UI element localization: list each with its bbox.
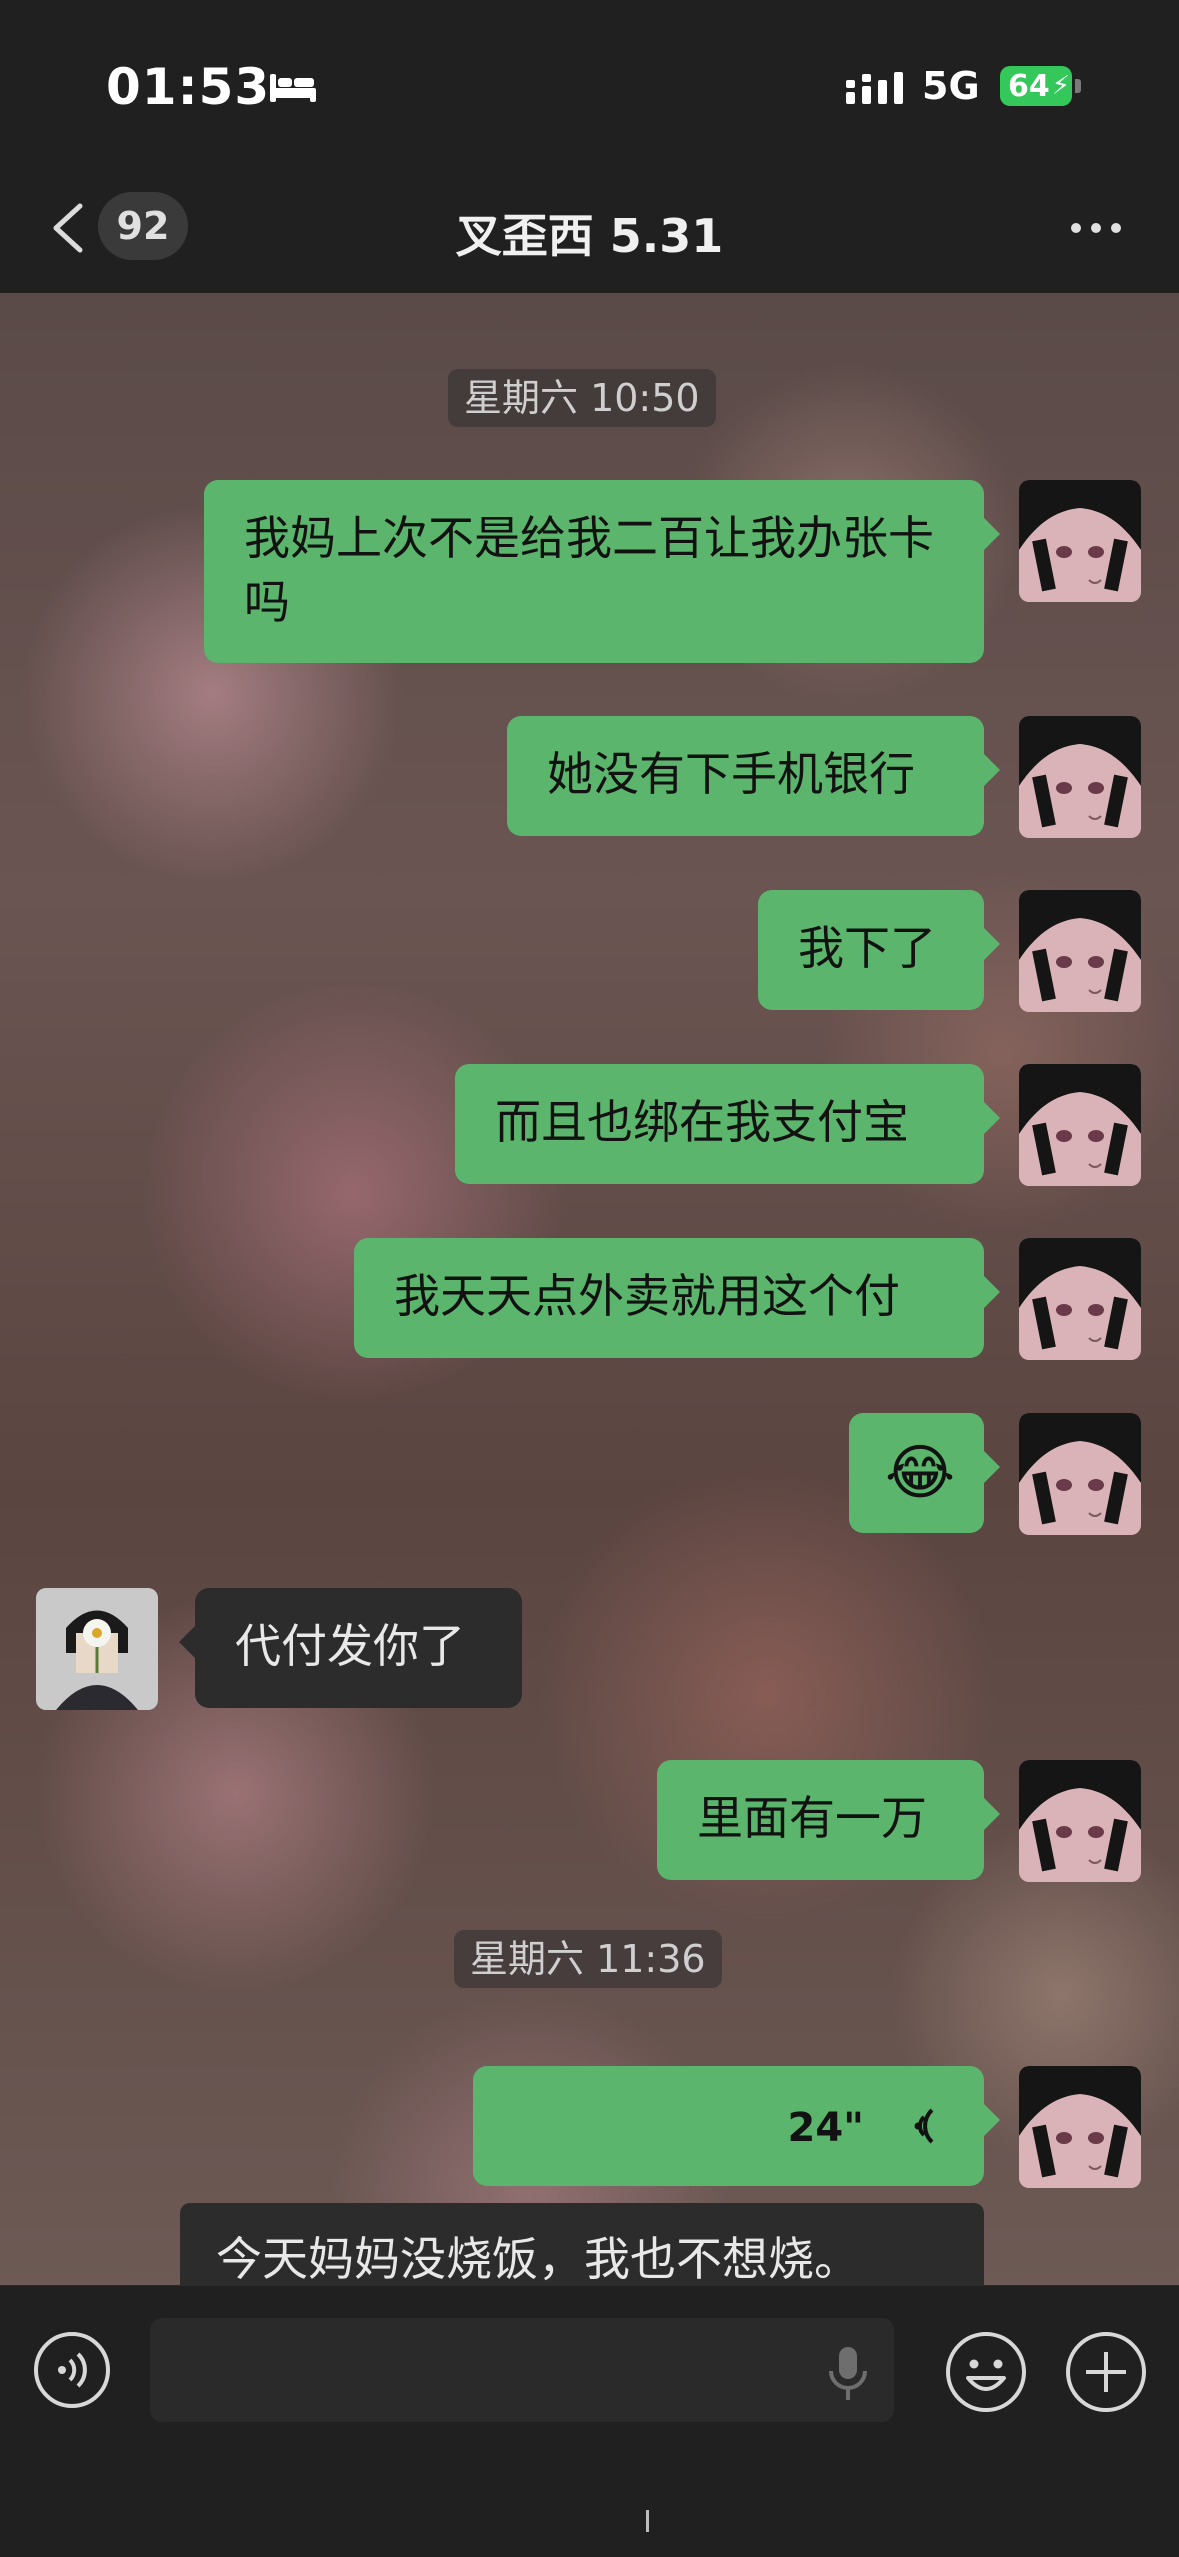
message-bubble-outgoing[interactable]: 里面有一万 [657, 1760, 1000, 1880]
avatar-image [1019, 2066, 1141, 2188]
avatar-image [1019, 890, 1141, 1012]
battery-level: 64 [1008, 68, 1050, 104]
timestamp: 星期六 11:36 [454, 1930, 722, 1988]
battery-indicator: 64 ⚡ [1000, 66, 1072, 106]
chat-message-list[interactable]: 星期六 10:50 我妈上次不是给我二百让我办张卡吗 她没有下手机银行 我下了 … [0, 293, 1179, 2293]
network-type: 5G [922, 64, 980, 108]
battery-tip [1075, 79, 1081, 93]
chat-title: 叉歪西 5.31 [455, 209, 724, 263]
plus-icon[interactable] [1064, 2330, 1148, 2414]
avatar-image [1019, 1413, 1141, 1535]
status-time: 01:53 [106, 58, 271, 116]
my-avatar[interactable] [1019, 1238, 1141, 1360]
voice-message-bubble[interactable]: 24" [473, 2066, 1000, 2186]
my-avatar[interactable] [1019, 480, 1141, 602]
avatar-image [1019, 480, 1141, 602]
charging-icon: ⚡ [1051, 71, 1071, 101]
voice-wave-icon [914, 2108, 934, 2144]
voice-input-toggle-icon[interactable] [32, 2330, 112, 2410]
message-bubble-outgoing[interactable]: 我妈上次不是给我二百让我办张卡吗 [204, 480, 1000, 663]
my-avatar[interactable] [1019, 890, 1141, 1012]
quoted-message-preview[interactable]: 今天妈妈没烧饭，我也不想烧。 [180, 2203, 984, 2293]
contact-avatar[interactable] [36, 1588, 158, 1710]
message-bubble-outgoing[interactable]: 她没有下手机银行 [507, 716, 1000, 836]
more-options-icon[interactable] [1068, 218, 1124, 238]
message-bubble-emoji[interactable]: 😂 [849, 1413, 1000, 1533]
message-text-input[interactable] [150, 2318, 894, 2422]
cellular-signal-icon [846, 72, 903, 104]
avatar-image [36, 1588, 158, 1710]
avatar-image [1019, 1238, 1141, 1360]
message-bubble-outgoing[interactable]: 我天天点外卖就用这个付 [354, 1238, 1000, 1358]
voice-duration: 24" [787, 2105, 864, 2151]
my-avatar[interactable] [1019, 716, 1141, 838]
avatar-image [1019, 1064, 1141, 1186]
emoji-icon[interactable] [944, 2330, 1028, 2414]
message-bubble-incoming[interactable]: 代付发你了 [179, 1588, 522, 1708]
message-bubble-outgoing[interactable]: 而且也绑在我支付宝 [455, 1064, 1000, 1184]
avatar-image [1019, 1760, 1141, 1882]
sleep-focus-icon [270, 74, 316, 102]
my-avatar[interactable] [1019, 2066, 1141, 2188]
my-avatar[interactable] [1019, 1760, 1141, 1882]
timestamp: 星期六 10:50 [448, 369, 716, 427]
my-avatar[interactable] [1019, 1413, 1141, 1535]
avatar-image [1019, 716, 1141, 838]
my-avatar[interactable] [1019, 1064, 1141, 1186]
message-bubble-outgoing[interactable]: 我下了 [758, 890, 1000, 1010]
microphone-icon[interactable] [826, 2345, 870, 2403]
text-cursor [646, 2510, 649, 2532]
